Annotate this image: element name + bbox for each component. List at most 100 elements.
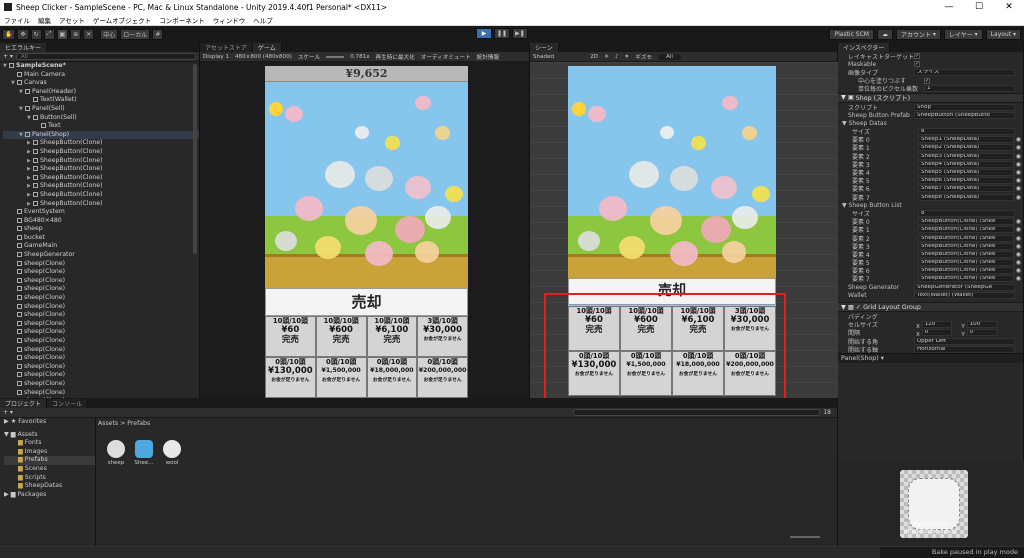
generator-field[interactable]: SheepGenerator (SheepGe xyxy=(914,283,1015,291)
object-field[interactable]: SheepButton(Clone) (Shee xyxy=(918,275,1014,283)
shop-component-header[interactable]: ▼ ▣ Shop (スクリプト) xyxy=(838,92,1023,103)
game-sheep-button[interactable]: 3頭/10頭 ¥30,000 お金が足りません xyxy=(417,316,468,357)
lighting-icon[interactable]: ☀ xyxy=(604,54,609,60)
hierarchy-item[interactable]: ▼ Panel(Sell) xyxy=(3,105,199,114)
hierarchy-item[interactable]: sheep(Clone) xyxy=(3,337,199,346)
object-picker-icon[interactable]: ◉ xyxy=(1016,235,1021,242)
object-picker-icon[interactable]: ◉ xyxy=(1016,259,1021,266)
hierarchy-item[interactable]: SheepGenerator xyxy=(3,251,199,260)
hierarchy-item[interactable]: sheep(Clone) xyxy=(3,363,199,372)
hierarchy-item[interactable]: sheep(Clone) xyxy=(3,311,199,320)
hierarchy-item[interactable]: ▶ SheepButton(Clone) xyxy=(3,148,199,157)
hierarchy-item[interactable]: ▶ SheepButton(Clone) xyxy=(3,191,199,200)
start-corner-dropdown[interactable]: Upper Left xyxy=(914,337,1015,345)
game-sheep-button[interactable]: 0頭/10頭 ¥18,000,000 お金が足りません xyxy=(366,357,418,398)
sheep-sprite[interactable] xyxy=(721,241,746,263)
object-field[interactable]: SheepButton(Clone) (Shee xyxy=(918,259,1014,267)
sheep-sprite[interactable] xyxy=(660,126,675,139)
sheep-sprite[interactable] xyxy=(690,136,706,150)
list-size-field[interactable]: 8 xyxy=(918,209,1015,217)
sheep-sprite[interactable] xyxy=(275,231,297,251)
grid-layout-header[interactable]: ▼ ▦ ✓ Grid Layout Group xyxy=(838,302,1023,313)
project-folder-item[interactable]: ▆ Images xyxy=(4,448,95,457)
sheep-sprite[interactable] xyxy=(588,106,607,123)
cloud-icon[interactable]: ☁ xyxy=(876,28,893,40)
object-picker-icon[interactable]: ◉ xyxy=(1016,144,1021,151)
object-picker-icon[interactable]: ◉ xyxy=(1016,169,1021,176)
project-folder-item[interactable]: ▆ Scenes xyxy=(4,465,95,474)
menu-file[interactable]: ファイル xyxy=(0,15,34,25)
cell-x-field[interactable]: 120 xyxy=(921,321,952,329)
move-tool-icon[interactable]: ✥ xyxy=(17,28,29,40)
scale-tool-icon[interactable]: ⤢ xyxy=(43,28,55,40)
custom-tool-icon[interactable]: ✕ xyxy=(83,28,95,40)
object-field[interactable]: SheepButton(Clone) (Shee xyxy=(918,218,1014,226)
display-dropdown[interactable]: Display 1 xyxy=(203,54,229,60)
game-tab[interactable]: ゲーム xyxy=(252,43,282,52)
sheep-sprite[interactable] xyxy=(742,126,758,140)
audio-icon[interactable]: ♪ xyxy=(615,54,619,60)
pivot-toggle[interactable]: 中心 xyxy=(100,28,119,40)
object-picker-icon[interactable]: ◉ xyxy=(1016,267,1021,274)
scale-slider[interactable] xyxy=(326,55,345,58)
maximize-button[interactable]: ☐ xyxy=(964,2,994,12)
wallet-field[interactable]: Text(Wallet) (Wallet) xyxy=(914,291,1015,299)
hierarchy-item[interactable]: ▶ SheepButton(Clone) xyxy=(3,157,199,166)
setting-field[interactable]: スライス xyxy=(914,68,1015,76)
game-sheep-button[interactable]: 0頭/10頭 ¥200,000,000 お金が足りません xyxy=(417,357,468,398)
mute-toggle[interactable]: オーディオミュート xyxy=(421,53,471,61)
object-field[interactable]: SheepButton(Clone) (Shee xyxy=(918,226,1014,234)
object-picker-icon[interactable]: ◉ xyxy=(1016,136,1021,143)
gizmos-dropdown[interactable]: ギズモ xyxy=(635,53,652,61)
sheep-sprite[interactable] xyxy=(670,166,699,192)
menu-gameobject[interactable]: ゲームオブジェクト xyxy=(89,15,155,25)
sheep-sprite[interactable] xyxy=(415,241,439,263)
transform-tool-icon[interactable]: ⊕ xyxy=(70,28,82,40)
hierarchy-item[interactable]: sheep(Clone) xyxy=(3,320,199,329)
object-field[interactable]: SheepButton(Clone) (Shee xyxy=(918,267,1014,275)
object-field[interactable]: Sheep1 (SheepData) xyxy=(918,136,1014,144)
hierarchy-item[interactable]: EventSystem xyxy=(3,208,199,217)
sheep-sprite[interactable] xyxy=(578,231,601,251)
hierarchy-item[interactable]: sheep(Clone) xyxy=(3,303,199,312)
game-sheep-button[interactable]: 10頭/10頭 ¥6,100 完売 xyxy=(366,316,418,357)
sheep-sprite[interactable] xyxy=(711,176,738,200)
hierarchy-scrollbar[interactable] xyxy=(193,64,197,254)
setting-checkbox[interactable]: ✓ xyxy=(914,53,920,60)
shading-dropdown[interactable]: Shaded xyxy=(533,54,554,60)
sheep-sprite[interactable] xyxy=(752,186,771,203)
packages-item[interactable]: ▶ ▆ Packages xyxy=(4,491,95,500)
object-field[interactable]: SheepButton(Clone) (Shee xyxy=(918,234,1014,242)
sheep-sprite[interactable] xyxy=(325,161,355,188)
sheep-sprite[interactable] xyxy=(395,216,425,243)
project-search-input[interactable] xyxy=(572,409,821,416)
object-field[interactable]: Sheep2 (SheepData) xyxy=(918,144,1014,152)
step-button[interactable]: ▶❚ xyxy=(512,28,528,39)
project-tab[interactable]: プロジェクト xyxy=(0,399,48,408)
object-field[interactable]: Sheep7 (SheepData) xyxy=(918,185,1014,193)
object-picker-icon[interactable]: ◉ xyxy=(1016,194,1021,201)
game-sheep-button[interactable]: 0頭/10頭 ¥1,500,000 お金が足りません xyxy=(315,357,367,398)
object-field[interactable]: Sheep3 (SheepData) xyxy=(918,152,1014,160)
hierarchy-add-button[interactable]: + ▾ xyxy=(3,53,13,60)
object-field[interactable]: Sheep4 (SheepData) xyxy=(918,160,1014,168)
sheep-sprite[interactable] xyxy=(285,106,303,123)
spacing-y-field[interactable]: 0 xyxy=(966,329,997,337)
object-picker-icon[interactable]: ◉ xyxy=(1016,251,1021,258)
project-folder-item[interactable]: ▆ SheepDatas xyxy=(4,482,95,491)
hierarchy-item[interactable]: sheep(Clone) xyxy=(3,389,199,398)
object-picker-icon[interactable]: ◉ xyxy=(1016,185,1021,192)
mode-2d-toggle[interactable]: 2D xyxy=(590,54,598,60)
hierarchy-item[interactable]: Main Camera xyxy=(3,71,199,80)
hierarchy-item[interactable]: ▼ Panel(Shop) xyxy=(3,130,199,140)
object-picker-icon[interactable]: ◉ xyxy=(1016,153,1021,160)
object-picker-icon[interactable]: ◉ xyxy=(1016,161,1021,168)
preview-header[interactable]: Panel(Shop) ▾ xyxy=(838,353,1023,364)
sheep-sprite[interactable] xyxy=(629,161,660,188)
maximize-toggle[interactable]: 再生時に最大化 xyxy=(376,53,415,61)
hierarchy-item[interactable]: sheep xyxy=(3,225,199,234)
object-picker-icon[interactable]: ◉ xyxy=(1016,226,1021,233)
start-axis-dropdown[interactable]: Horizontal xyxy=(914,345,1015,353)
object-picker-icon[interactable]: ◉ xyxy=(1016,275,1021,282)
rotate-tool-icon[interactable]: ↻ xyxy=(30,28,42,40)
